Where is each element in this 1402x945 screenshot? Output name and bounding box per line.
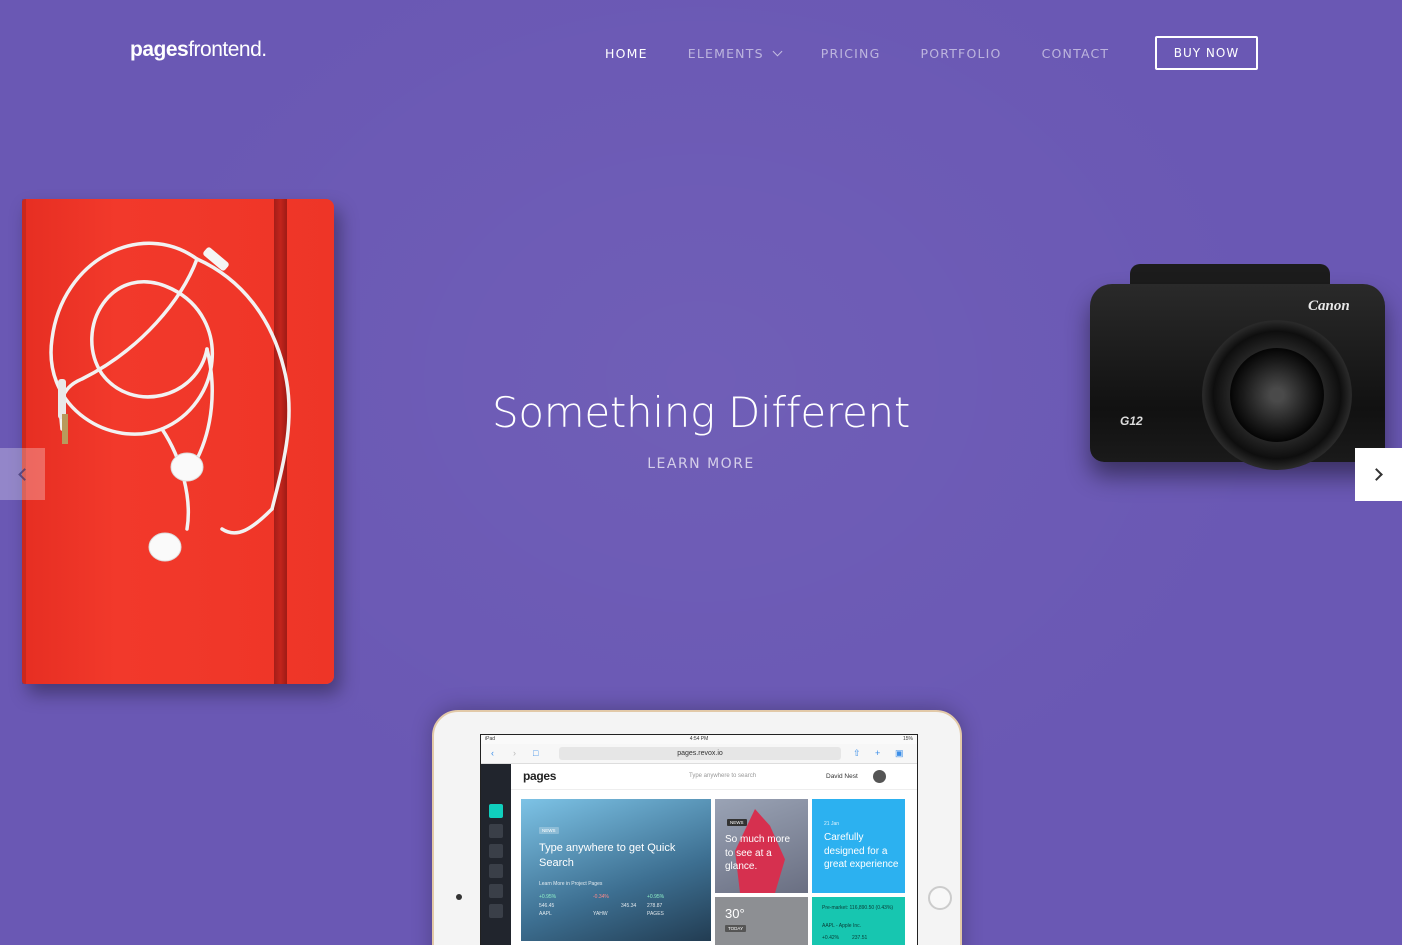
nav-portfolio[interactable]: PORTFOLIO [920,46,1001,61]
home-icon [489,804,503,818]
tablet-status-left: iPad [485,736,496,742]
tile-text: 237.51 [852,935,868,941]
tile-temp: 30° [725,906,745,921]
forward-icon: › [513,748,516,758]
tablet-screen: iPad 4:54 PM 15% ‹ › □ pages.revox.io ⇧ … [480,734,918,945]
tile-title: So much more to see at a glance. [725,834,791,872]
tablet-app-logo: pages [523,769,557,783]
new-tab-icon: + [875,748,881,758]
message-icon [489,844,503,858]
mail-icon [489,824,503,838]
nav-pricing[interactable]: PRICING [821,46,881,61]
nav-label: HOME [605,46,648,61]
tile-text: AAPL - Apple Inc. [822,923,862,929]
bookmarks-icon: □ [533,748,539,758]
tablet-status-battery: 15% [902,736,913,742]
tile-badge: NEWS [539,827,559,834]
tile-badge: TODAY [725,925,747,932]
slider-next-button[interactable] [1355,448,1402,501]
tile-value: 345.34 [621,903,637,909]
tablet-user-name: David Nest [826,773,858,780]
logo-bold: pages [130,38,189,61]
slider-prev-button[interactable] [0,448,45,500]
tablet-home-button [928,886,952,910]
tile-title: Type anywhere to get Quick Search [539,842,676,869]
tile-stat: -0.34% [593,894,609,900]
camera-brand-text: Canon [1308,298,1350,314]
nav-label: ELEMENTS [687,46,764,61]
tablet-url-bar: pages.revox.io [559,747,841,760]
ui-icon [489,884,503,898]
tile-label: AAPL [539,911,552,917]
tablet-status-time: 4:54 PM [689,736,709,742]
chevron-down-icon [772,46,783,57]
share-icon: ⇧ [853,748,861,758]
tile-value: 278.87 [647,903,663,909]
nav-contact[interactable]: CONTACT [1042,46,1110,61]
tile-value: 546.45 [539,903,555,909]
tile-stat: +0.95% [539,894,557,900]
tile-label: PAGES [647,911,664,917]
nav-elements[interactable]: ELEMENTS [687,46,783,61]
tablet-search-placeholder: Type anywhere to search [689,773,757,779]
nav-label: PRICING [820,46,881,61]
earphones-image [49,241,291,562]
calendar-icon [489,864,503,878]
logo-light: frontend. [188,38,267,61]
tablet-app-sidebar [481,764,511,945]
tablet-tile-search: NEWS Type anywhere to get Quick Search L… [521,799,711,941]
tile-label: YAHW [593,911,608,917]
nav-label: PORTFOLIO [920,46,1002,61]
hero-headline: Something Different [491,388,911,437]
tablet-tile-news: NEWS So much more to see at a glance. [715,799,808,893]
tile-text: Pre-market: 116,890.50 (0.43%) [822,905,894,911]
tile-text: +0.42% [822,935,840,941]
buy-now-button[interactable]: BUY NOW [1155,36,1258,70]
chevron-left-icon [18,467,31,481]
tablet-tile-weather: 30° TODAY [715,897,808,945]
tile-title: Carefully designed for a great experienc… [824,832,899,870]
tablet-image: iPad 4:54 PM 15% ‹ › □ pages.revox.io ⇧ … [432,710,962,945]
tile-subtitle: Learn More in Project Pages [539,881,603,887]
tablet-tile-design: 21 Jan Carefully designed for a great ex… [812,799,905,893]
chevron-right-icon [1370,468,1383,481]
tile-stat: +0.95% [647,894,665,900]
hero-slider: Canon G12 iPad 4:54 PM 15% ‹ › □ pages.r… [0,0,1402,945]
tabs-icon: ▣ [895,748,904,758]
doc-icon [489,904,503,918]
tile-badge: NEWS [727,819,747,826]
site-logo[interactable]: pagesfrontend. [130,38,267,62]
nav-home[interactable]: HOME [605,46,648,61]
main-nav: HOME ELEMENTS PRICING PORTFOLIO CONTACT [605,46,1149,61]
learn-more-link-wrapper: LEARN MORE [0,456,1402,472]
red-notebook-image [22,199,334,684]
tile-date: 21 Jan [824,821,840,827]
tablet-tile-stocks: Pre-market: 116,890.50 (0.43%) AAPL - Ap… [812,897,905,945]
learn-more-link[interactable]: LEARN MORE [647,456,755,472]
nav-label: CONTACT [1041,46,1110,61]
tablet-avatar [873,770,886,783]
back-icon: ‹ [491,748,494,758]
